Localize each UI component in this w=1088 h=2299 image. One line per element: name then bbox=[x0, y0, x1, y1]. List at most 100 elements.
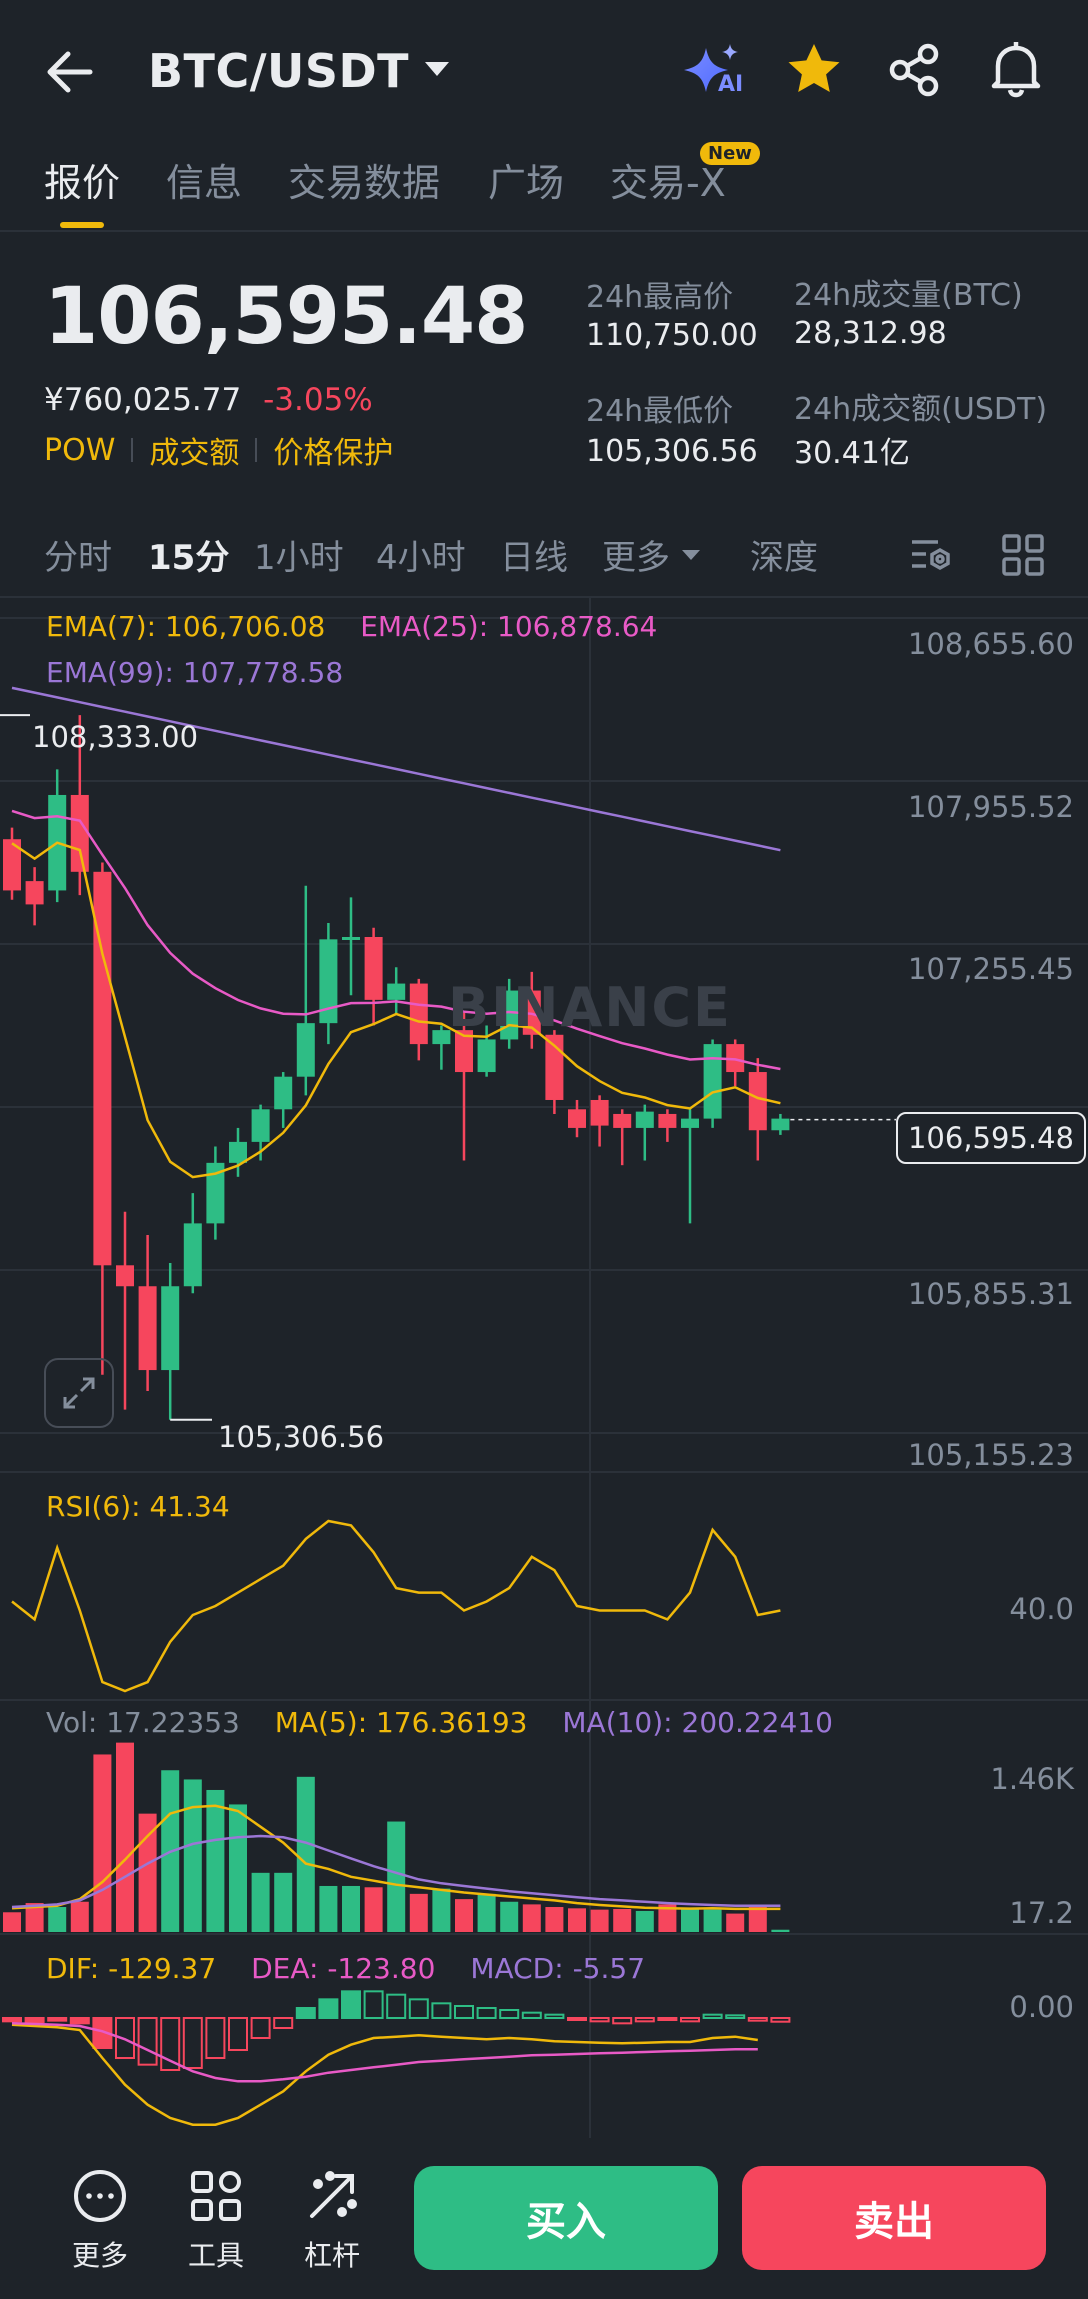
dea-line bbox=[11, 2022, 758, 2083]
macd-bar bbox=[544, 2013, 565, 2019]
candle-body bbox=[296, 1023, 315, 1077]
volume-bar bbox=[613, 1908, 632, 1932]
new-badge: New bbox=[700, 142, 760, 165]
macd-bar bbox=[567, 2017, 587, 2021]
tab-info[interactable]: 信息 bbox=[166, 152, 242, 207]
interval-daily[interactable]: 日线 bbox=[500, 530, 568, 579]
macd-bar bbox=[24, 2017, 45, 2023]
volume-bar bbox=[409, 1893, 428, 1932]
tag-turnover[interactable]: 成交额 bbox=[149, 428, 239, 472]
candle-body bbox=[568, 1109, 586, 1128]
candle-body bbox=[70, 794, 89, 872]
interval-depth[interactable]: 深度 bbox=[750, 530, 818, 579]
interval-1h[interactable]: 1小时 bbox=[254, 530, 344, 579]
rsi-line bbox=[11, 1519, 781, 1693]
volume-bar bbox=[206, 1789, 225, 1932]
ema99-label: EMA(99): 107,778.58 bbox=[46, 656, 344, 689]
y-tick: 105,155.23 bbox=[907, 1438, 1074, 1472]
tab-trading-data[interactable]: 交易数据 bbox=[288, 152, 440, 207]
interval-4h[interactable]: 4小时 bbox=[376, 530, 466, 579]
y-tick: 107,955.52 bbox=[907, 790, 1074, 824]
watermark: BINANCE bbox=[448, 976, 732, 1039]
high-marker-label: 108,333.00 bbox=[32, 720, 199, 754]
candle-body bbox=[771, 1118, 790, 1131]
candle-body bbox=[635, 1111, 654, 1128]
high-value: 110,750.00 bbox=[586, 318, 758, 353]
volume-bar bbox=[342, 1885, 360, 1932]
tag-price-protection[interactable]: 价格保护 bbox=[273, 428, 393, 472]
star-icon[interactable] bbox=[784, 40, 844, 100]
last-price-tag[interactable]: 106,595.48 bbox=[896, 1112, 1086, 1164]
interval-bar: 分时 15分 1小时 4小时 日线 更多 深度 bbox=[0, 530, 1088, 600]
macd-bar bbox=[725, 2014, 746, 2020]
macd-bar bbox=[431, 2002, 452, 2020]
low-value: 105,306.56 bbox=[586, 434, 758, 469]
bottom-leverage-label: 杠杆 bbox=[303, 2239, 360, 2272]
ema7-label: EMA(7): 106,706.08 bbox=[46, 610, 326, 643]
candle-body bbox=[658, 1113, 677, 1128]
macd-bar bbox=[702, 2013, 723, 2019]
last-price: 106,595.48 bbox=[44, 272, 528, 362]
candle-body bbox=[342, 937, 360, 941]
macd-bar bbox=[273, 2017, 294, 2029]
back-arrow-icon[interactable] bbox=[40, 42, 100, 102]
buy-button[interactable]: 买入 bbox=[414, 2166, 718, 2270]
interval-timeline[interactable]: 分时 bbox=[44, 530, 112, 579]
bottom-more[interactable]: 更多 bbox=[50, 2168, 150, 2278]
macd-bar bbox=[341, 1990, 361, 2020]
macd-bar bbox=[205, 2017, 226, 2059]
volume-bar bbox=[93, 1754, 112, 1932]
high-label: 24h最高价 bbox=[586, 280, 734, 315]
price-tags: POW 成交额 价格保护 bbox=[44, 428, 393, 472]
tab-quote[interactable]: 报价 bbox=[44, 152, 120, 207]
volume-bar bbox=[455, 1899, 473, 1932]
interval-more[interactable]: 更多 bbox=[602, 530, 702, 579]
macd-bar bbox=[386, 1993, 407, 2019]
tag-separator bbox=[131, 438, 134, 462]
grid-layout-icon[interactable] bbox=[1000, 532, 1046, 582]
tag-pow[interactable]: POW bbox=[44, 433, 115, 468]
bottom-leverage[interactable]: 杠杆 bbox=[282, 2168, 382, 2278]
macd-indicator-row: DIF: -129.37 DEA: -123.80 MACD: -5.57 bbox=[46, 1952, 645, 1985]
macd-bar bbox=[228, 2017, 248, 2051]
price-sub-row: ¥760,025.77 -3.05% bbox=[44, 382, 373, 418]
macd-bar bbox=[521, 2011, 542, 2019]
tab-square[interactable]: 广场 bbox=[488, 152, 564, 207]
y-tick: 108,655.60 bbox=[907, 627, 1074, 661]
bottom-bar: 更多 工具 杠杆 买入 卖出 bbox=[0, 2138, 1088, 2299]
candle-body bbox=[703, 1044, 722, 1119]
volume-bar bbox=[568, 1908, 586, 1932]
rsi-tick: 40.0 bbox=[1009, 1592, 1074, 1626]
macd-bar bbox=[250, 2017, 271, 2039]
tab-divider bbox=[0, 230, 1088, 232]
candle-body bbox=[748, 1072, 767, 1131]
candle-body bbox=[613, 1113, 632, 1128]
chart-settings-icon[interactable] bbox=[908, 532, 954, 582]
candle-body bbox=[681, 1118, 699, 1128]
share-icon[interactable] bbox=[884, 40, 944, 100]
volume-bar bbox=[703, 1909, 722, 1932]
bell-icon[interactable] bbox=[986, 38, 1046, 100]
main-indicator-row: EMA(7): 106,706.08 EMA(25): 106,878.64 bbox=[46, 610, 657, 643]
ai-sparkle-icon[interactable]: AI bbox=[682, 42, 750, 104]
candle-body bbox=[590, 1099, 609, 1126]
low-label: 24h最低价 bbox=[586, 394, 734, 429]
interval-15m[interactable]: 15分 bbox=[148, 530, 229, 579]
macd-bar bbox=[363, 1990, 384, 2020]
macd-bar bbox=[680, 2017, 700, 2023]
pair-selector[interactable]: BTC/USDT bbox=[148, 40, 451, 102]
bottom-tools[interactable]: 工具 bbox=[166, 2168, 266, 2278]
volume-bar bbox=[116, 1742, 134, 1932]
macd-bar bbox=[476, 2007, 497, 2019]
candle-body bbox=[183, 1223, 202, 1287]
macd-bar bbox=[295, 2007, 316, 2019]
expand-icon[interactable] bbox=[44, 1358, 114, 1428]
macd-bar bbox=[2, 2017, 22, 2023]
macd-tick: 0.00 bbox=[1009, 1990, 1074, 2024]
dif-label: DIF: -129.37 bbox=[46, 1952, 217, 1985]
candle-body bbox=[161, 1286, 180, 1371]
macd-bar bbox=[770, 2017, 791, 2023]
caret-down-icon bbox=[423, 59, 451, 83]
active-tab-indicator bbox=[60, 222, 104, 228]
sell-button[interactable]: 卖出 bbox=[742, 2166, 1046, 2270]
